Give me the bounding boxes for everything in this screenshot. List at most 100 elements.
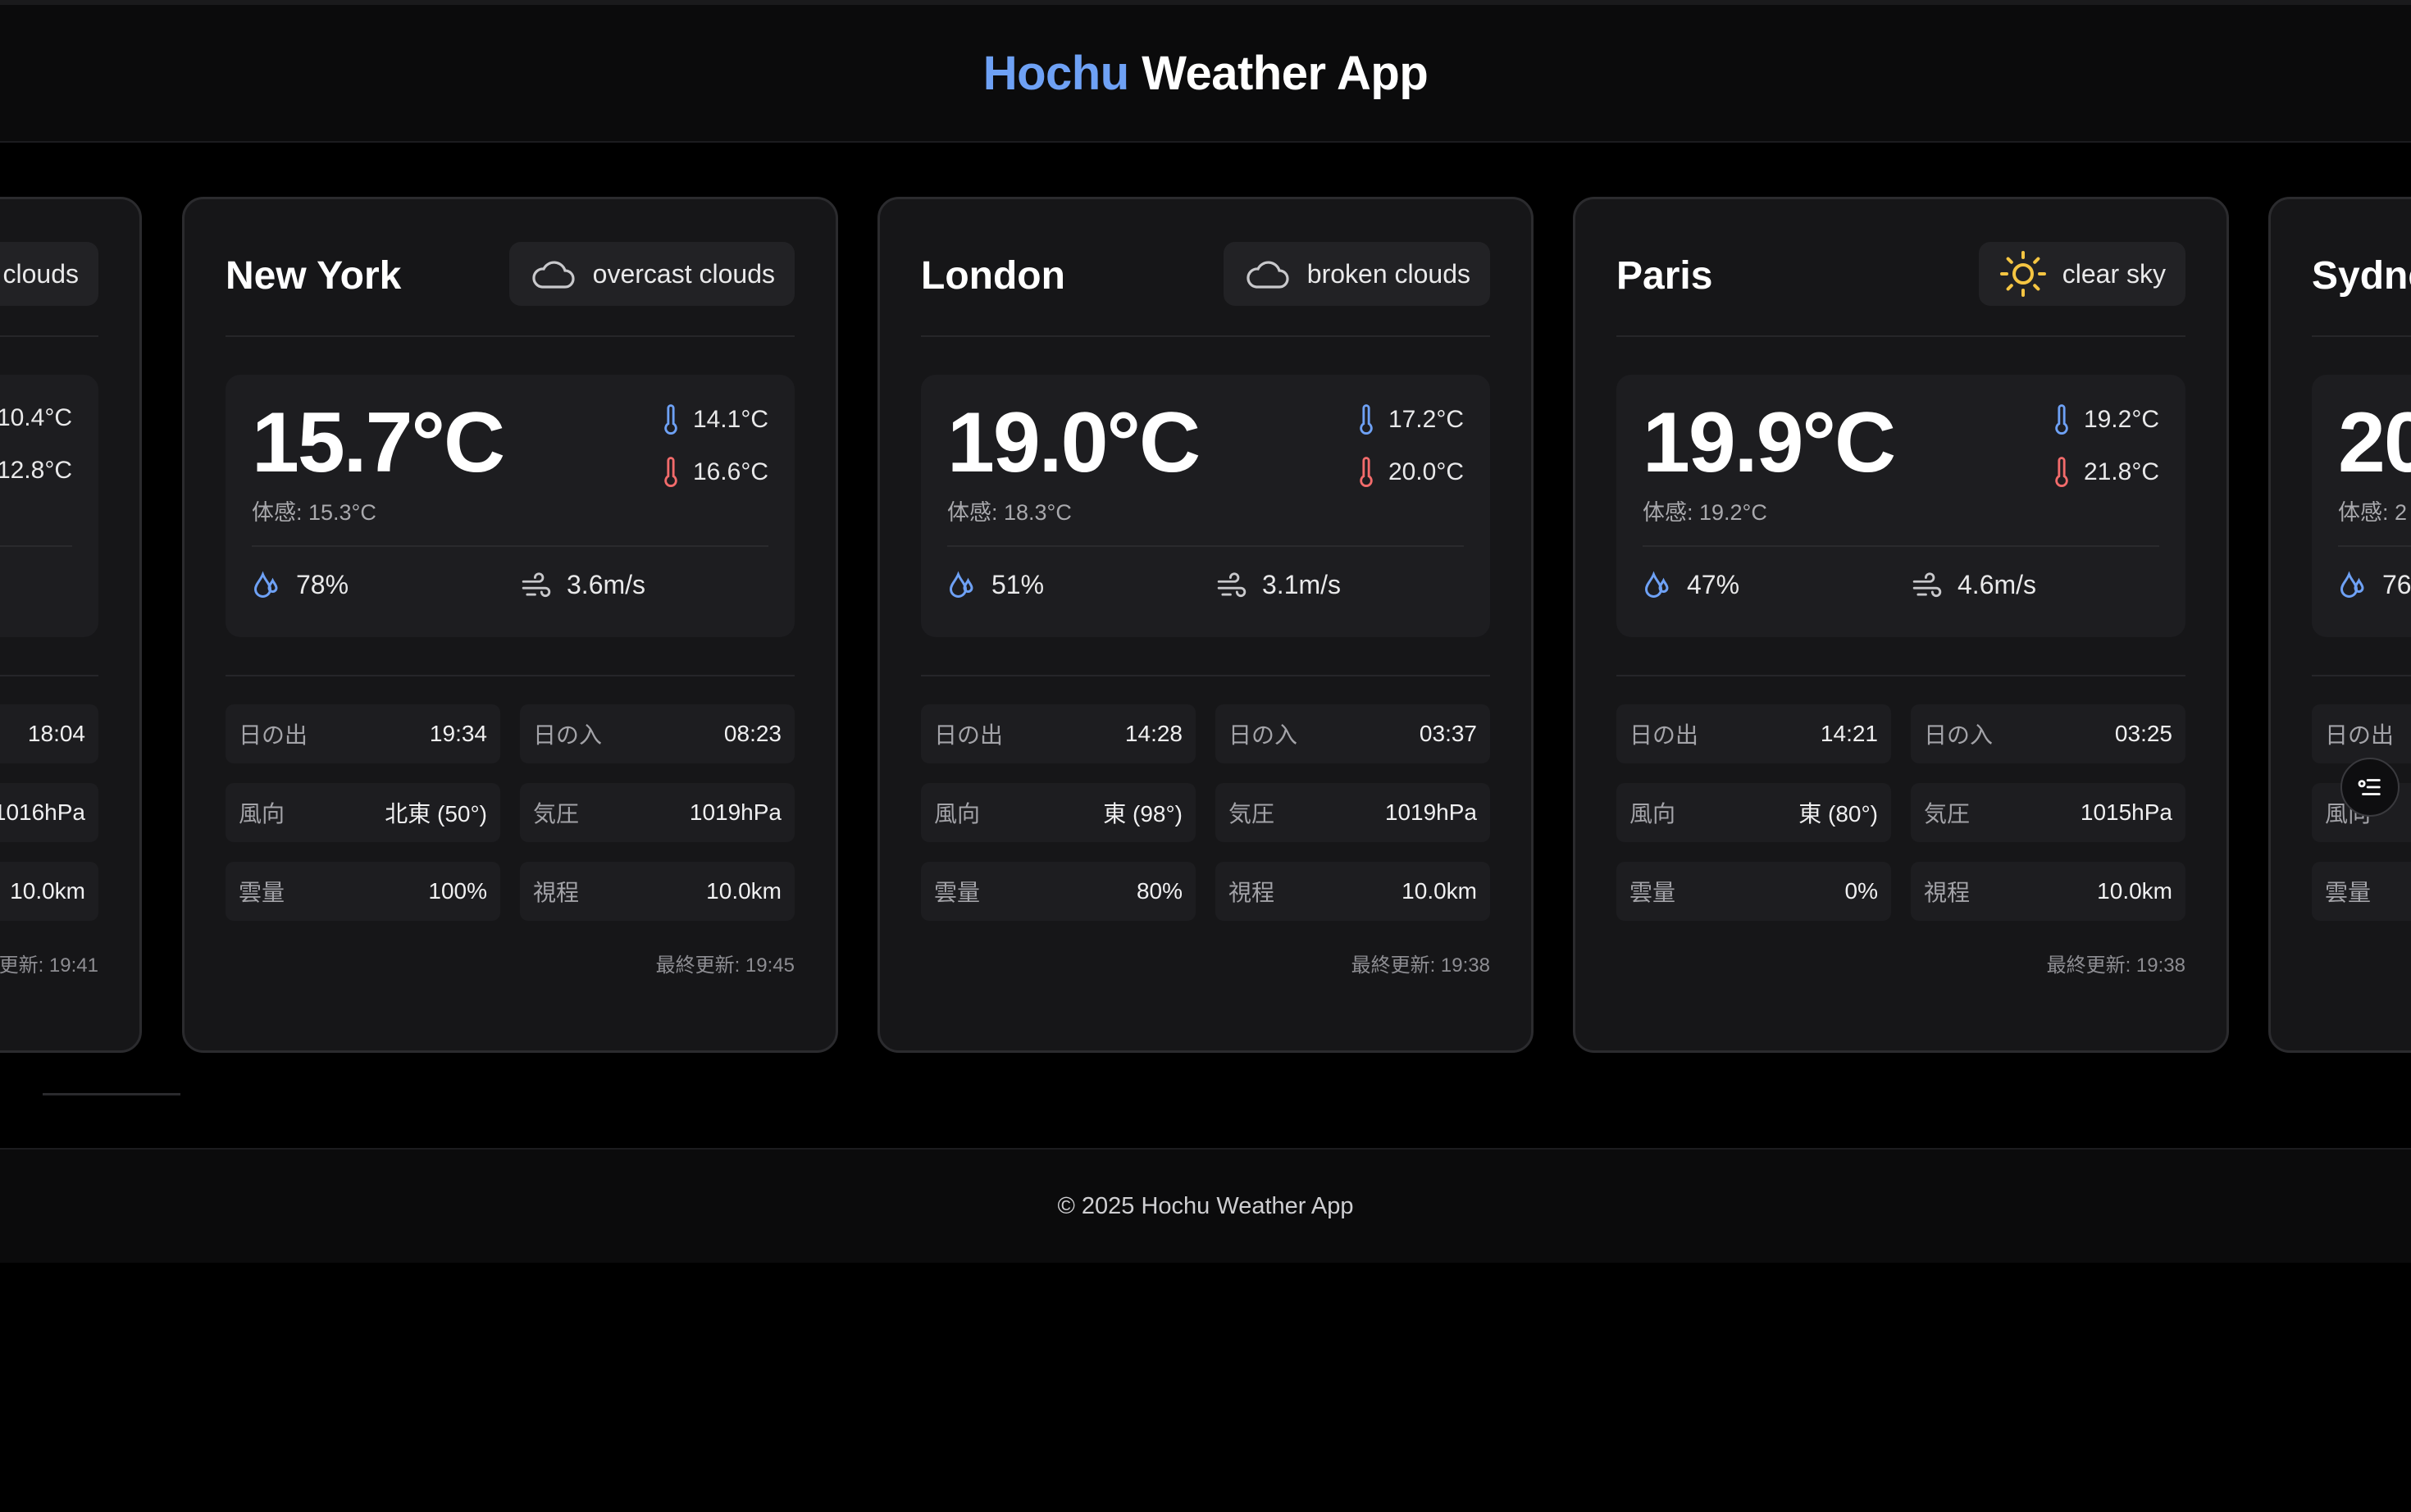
wind-dir-label: 風向 bbox=[239, 801, 285, 827]
wind-speed: 3.6m/s bbox=[521, 570, 645, 600]
condition-label: clear sky bbox=[2062, 258, 2166, 289]
condition-chip: overcast clouds bbox=[508, 242, 795, 306]
details-grid: 日の出 14:28 日の入 03:37 風向 東 (98°) 気圧 1019hPa 雲量… bbox=[921, 704, 1490, 921]
title-rest: Weather App bbox=[1128, 46, 1429, 100]
pressure-value: 1016hPa bbox=[0, 799, 85, 825]
clouds-label: 雲量 bbox=[239, 880, 285, 905]
thermometer-cold-icon bbox=[2055, 404, 2068, 435]
panel-separator bbox=[1643, 545, 2159, 547]
last-updated: 最終更新: 19:45 bbox=[655, 954, 795, 977]
clouds-value: 80% bbox=[1136, 878, 1183, 904]
detail-pressure: 気圧 1015hPa bbox=[1911, 783, 2185, 842]
app-title: Hochu Weather App bbox=[983, 46, 1429, 101]
visibility-label: 視程 bbox=[1924, 880, 1971, 905]
temperature-panel: 20 体感: 2 76 bbox=[2312, 375, 2411, 637]
temperature-panel: 10.4°C 12.8°C bbox=[0, 375, 98, 637]
temp-min: 10.4°C bbox=[0, 404, 72, 432]
droplet-icon bbox=[1644, 570, 1669, 598]
detail-pressure: 気圧 1019hPa bbox=[520, 783, 795, 842]
condition-chip: clouds bbox=[0, 242, 98, 306]
detail-wind-dir: 風向 北東 (50°) bbox=[226, 783, 500, 842]
city-name: New York bbox=[226, 254, 402, 298]
pressure-value: 1015hPa bbox=[2080, 799, 2172, 825]
feels-like: 体感: 18.3°C bbox=[947, 500, 1072, 525]
clouds-label: 雲量 bbox=[1629, 880, 1676, 905]
thermometer-cold-icon bbox=[1360, 404, 1373, 435]
temperature-value: 20 bbox=[2338, 395, 2411, 490]
sunset-label: 日の入 bbox=[1924, 722, 1994, 748]
visibility-label: 視程 bbox=[1228, 880, 1275, 905]
sunrise-label: 日の出 bbox=[2325, 722, 2395, 748]
humidity: 76 bbox=[2338, 570, 2411, 600]
droplet-icon bbox=[2340, 570, 2364, 598]
clouds-label: 雲量 bbox=[934, 880, 981, 905]
visibility-value: 10.0km bbox=[1401, 878, 1477, 904]
visibility-value: 10.0km bbox=[10, 878, 85, 904]
sunrise-value: 14:28 bbox=[1124, 721, 1183, 746]
cards-carousel[interactable]: clouds 10.4°C 12.8°C 18:04 1016hPa 10.0k… bbox=[0, 197, 2411, 1058]
sunrise-value: 14:21 bbox=[1820, 721, 1878, 746]
detail-visibility: 視程 10.0km bbox=[1911, 862, 2185, 921]
panel-separator bbox=[2338, 545, 2411, 547]
detail-clouds: 雲量 80% bbox=[921, 862, 1196, 921]
humidity-value: 51% bbox=[991, 570, 1045, 599]
app-header: Hochu Weather App bbox=[0, 0, 2411, 143]
weather-card-paris[interactable]: Paris clear sky 19.9°C 体感: 19.2°C 19.2°C… bbox=[1573, 197, 2229, 1053]
visibility-value: 10.0km bbox=[2097, 878, 2172, 904]
temp-max-value: 12.8°C bbox=[0, 457, 72, 484]
feels-like: 体感: 15.3°C bbox=[252, 500, 376, 525]
temperature-value: 19.9°C bbox=[1643, 395, 1896, 490]
temperature-value: 15.7°C bbox=[252, 395, 505, 490]
card-divider bbox=[921, 675, 1490, 676]
card-divider bbox=[1616, 675, 2185, 676]
detail-pressure: 1016hPa bbox=[0, 783, 98, 842]
detail-visibility: 10.0km bbox=[0, 862, 98, 921]
wind-value: 3.6m/s bbox=[567, 570, 646, 599]
temp-max: 20.0°C bbox=[1357, 457, 1464, 488]
temp-max-value: 20.0°C bbox=[1388, 458, 1464, 485]
carousel-indicator[interactable] bbox=[43, 1093, 180, 1095]
wind-speed: 4.6m/s bbox=[1912, 570, 2036, 600]
weather-card-partial-left[interactable]: clouds 10.4°C 12.8°C 18:04 1016hPa 10.0k… bbox=[0, 197, 142, 1053]
humidity: 78% bbox=[252, 570, 349, 600]
detail-sunset: 18:04 bbox=[0, 704, 98, 763]
details-grid: 18:04 1016hPa 10.0km bbox=[0, 704, 98, 921]
temp-min: 17.2°C bbox=[1357, 404, 1464, 435]
detail-clouds: 雲量 0% bbox=[1616, 862, 1891, 921]
temperature-panel: 15.7°C 体感: 15.3°C 14.1°C 16.6°C 78% 3.6m… bbox=[226, 375, 795, 637]
detail-sunrise: 日の出 14:21 bbox=[1616, 704, 1891, 763]
detail-sunrise: 日の出 19:34 bbox=[226, 704, 500, 763]
sunset-value: 03:37 bbox=[1419, 721, 1477, 746]
sun-icon bbox=[1999, 251, 2046, 297]
temp-min-value: 10.4°C bbox=[0, 404, 72, 431]
thermometer-hot-icon bbox=[664, 457, 677, 487]
sunset-label: 日の入 bbox=[533, 722, 603, 748]
visibility-label: 視程 bbox=[533, 880, 580, 905]
pressure-label: 気圧 bbox=[533, 801, 580, 827]
wind-dir-value: 東 (80°) bbox=[1798, 801, 1878, 827]
weather-card-partial-right[interactable]: Sydne 20 体感: 2 76 日の出 風向 雲量 bbox=[2268, 197, 2411, 1053]
visibility-value: 10.0km bbox=[706, 878, 782, 904]
wind-dir-label: 風向 bbox=[934, 801, 981, 827]
droplet-icon bbox=[949, 570, 973, 598]
weather-card-new-york[interactable]: New York overcast clouds 15.7°C 体感: 15.3… bbox=[182, 197, 838, 1053]
temp-max: 16.6°C bbox=[662, 457, 768, 488]
last-updated: 最終更新: 19:38 bbox=[2046, 954, 2185, 977]
wind-value: 3.1m/s bbox=[1262, 570, 1342, 599]
details-grid: 日の出 14:21 日の入 03:25 風向 東 (80°) 気圧 1015hPa 雲量… bbox=[1616, 704, 2185, 921]
weather-card-london[interactable]: London broken clouds 19.0°C 体感: 18.3°C 1… bbox=[877, 197, 1534, 1053]
details-grid: 日の出 19:34 日の入 08:23 風向 北東 (50°) 気圧 1019hPa 雲… bbox=[226, 704, 795, 921]
pressure-value: 1019hPa bbox=[1384, 799, 1477, 825]
brand-name: Hochu bbox=[982, 46, 1129, 100]
last-updated: 更新: 19:41 bbox=[0, 954, 98, 977]
temperature-value: 19.0°C bbox=[947, 395, 1201, 490]
filter-button[interactable] bbox=[2340, 758, 2400, 817]
temp-max-value: 16.6°C bbox=[692, 458, 768, 485]
pressure-value: 1019hPa bbox=[689, 799, 782, 825]
clouds-label: 雲量 bbox=[2325, 880, 2372, 905]
thermometer-hot-icon bbox=[2055, 457, 2068, 487]
app-footer: © 2025 Hochu Weather App bbox=[0, 1148, 2411, 1263]
temp-max: 12.8°C bbox=[0, 457, 72, 485]
sunset-value: 08:23 bbox=[723, 721, 782, 746]
condition-label: overcast clouds bbox=[592, 258, 775, 289]
